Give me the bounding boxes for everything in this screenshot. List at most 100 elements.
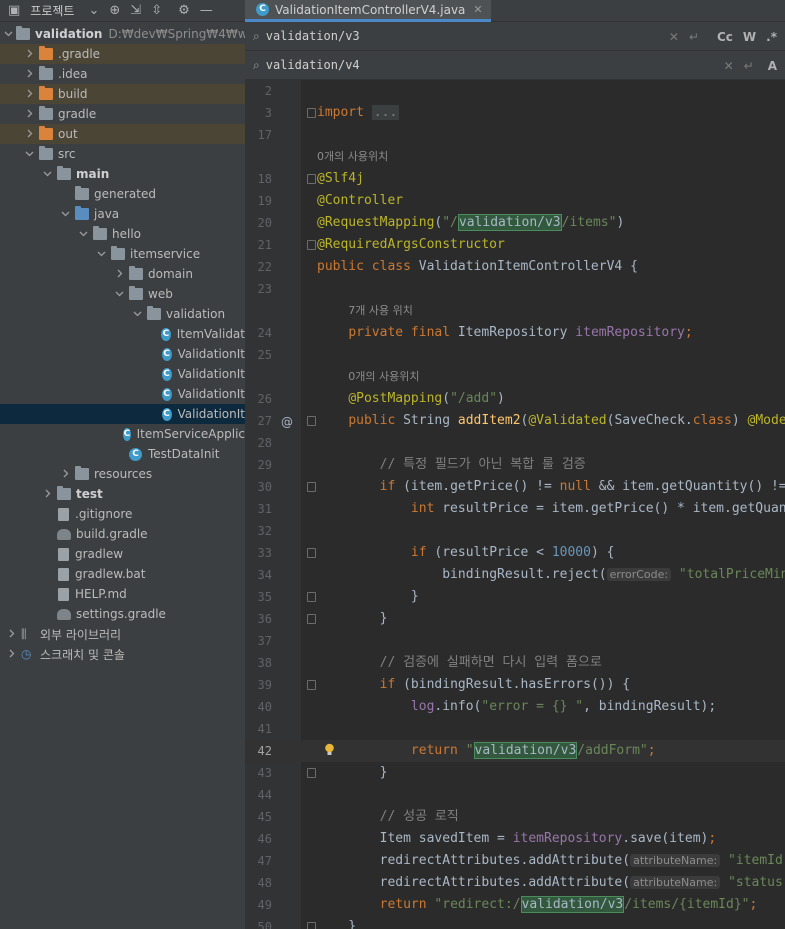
fold-icon[interactable] <box>307 240 316 250</box>
fold-icon[interactable] <box>307 174 316 184</box>
tree-item[interactable]: hello <box>0 224 245 244</box>
tree-item[interactable]: validation <box>0 304 245 324</box>
close-icon[interactable]: ✕ <box>473 3 482 16</box>
code-text[interactable]: log.info("error = {} ", bindingResult); <box>317 696 716 718</box>
tree-item[interactable]: main <box>0 164 245 184</box>
chevron-right-icon[interactable] <box>22 129 36 140</box>
tree-item[interactable]: out <box>0 124 245 144</box>
chevron-right-icon[interactable] <box>40 489 54 500</box>
chevron-right-icon[interactable] <box>22 49 36 60</box>
tree-item[interactable]: itemservice <box>0 244 245 264</box>
tree-item[interactable]: .idea <box>0 64 245 84</box>
chevron-right-icon[interactable] <box>4 649 18 660</box>
code-text[interactable]: public String addItem2(@Validated(SaveCh… <box>317 410 785 432</box>
tree-item[interactable]: settings.gradle <box>0 604 245 624</box>
expand-all-icon[interactable]: ⇲ <box>130 3 141 18</box>
match-case-button[interactable]: Cc <box>717 30 733 44</box>
tree-item[interactable]: generated <box>0 184 245 204</box>
project-panel-title[interactable]: 프로젝트 <box>30 2 74 19</box>
tree-item[interactable]: .gradle <box>0 44 245 64</box>
collapse-all-icon[interactable]: ⇳ <box>151 3 162 18</box>
fold-icon[interactable] <box>307 614 316 624</box>
code-text[interactable]: redirectAttributes.addAttribute(attribut… <box>317 872 785 894</box>
code-text[interactable]: // 검증에 실패하면 다시 입력 폼으로 <box>317 652 602 674</box>
whole-words-button[interactable]: W <box>743 30 756 44</box>
tree-item[interactable]: build <box>0 84 245 104</box>
code-text[interactable]: return "redirect:/validation/v3/items/{i… <box>317 894 757 916</box>
minimize-icon[interactable]: — <box>200 3 213 18</box>
chevron-down-icon[interactable] <box>22 149 36 160</box>
code-text[interactable]: @PostMapping("/add") <box>317 388 505 410</box>
clear-icon[interactable]: ✕ <box>669 30 679 44</box>
code-text[interactable]: if (item.getPrice() != null && item.getQ… <box>317 476 785 498</box>
preserve-case-button[interactable]: A <box>768 59 777 73</box>
code-text[interactable]: if (bindingResult.hasErrors()) { <box>317 674 630 696</box>
tree-item[interactable]: test <box>0 484 245 504</box>
chevron-down-icon[interactable] <box>112 289 126 300</box>
editor-tab[interactable]: C ValidationItemControllerV4.java ✕ <box>245 0 491 22</box>
tree-item[interactable]: build.gradle <box>0 524 245 544</box>
tree-item[interactable]: ⫼ 외부 라이브러리 <box>0 624 245 644</box>
chevron-down-icon[interactable] <box>4 29 13 40</box>
code-text[interactable]: redirectAttributes.addAttribute(attribut… <box>317 850 785 872</box>
chevron-down-icon[interactable] <box>40 169 54 180</box>
code-text[interactable]: } <box>317 916 356 929</box>
chevron-right-icon[interactable] <box>22 89 36 100</box>
implementation-marker-icon[interactable]: @ <box>281 415 293 429</box>
chevron-down-icon[interactable]: ⌄ <box>88 3 99 18</box>
chevron-down-icon[interactable] <box>76 229 90 240</box>
history-icon[interactable]: ↵ <box>689 30 699 44</box>
code-text[interactable]: Item savedItem = itemRepository.save(ite… <box>317 828 717 850</box>
tree-item[interactable]: gradlew <box>0 544 245 564</box>
code-text[interactable]: bindingResult.reject(errorCode: "totalPr… <box>317 564 785 586</box>
fold-icon[interactable] <box>307 416 316 426</box>
replace-input[interactable]: validation/v4 <box>266 58 360 72</box>
code-text[interactable]: private final ItemRepository itemReposit… <box>317 322 692 344</box>
code-text[interactable]: @RequiredArgsConstructor <box>317 234 505 256</box>
tree-item[interactable]: web <box>0 284 245 304</box>
code-text[interactable]: int resultPrice = item.getPrice() * item… <box>317 498 785 520</box>
code-text[interactable]: @Slf4j <box>317 168 364 190</box>
chevron-down-icon[interactable] <box>58 209 72 220</box>
tree-item[interactable]: C ValidationIt <box>0 344 245 364</box>
usage-hint-text[interactable]: 7개 사용 위치 <box>348 300 413 322</box>
code-view[interactable]: 2 3 import ... 17 0개의 사용위치 18 @Slf4j 19 @Control… <box>245 80 785 929</box>
search-icon[interactable]: ⌕ <box>253 29 260 44</box>
code-text[interactable]: } <box>317 762 388 784</box>
tree-item[interactable]: .gitignore <box>0 504 245 524</box>
tree-item[interactable]: gradlew.bat <box>0 564 245 584</box>
chevron-right-icon[interactable] <box>4 629 18 640</box>
chevron-right-icon[interactable] <box>112 269 126 280</box>
tree-item[interactable]: HELP.md <box>0 584 245 604</box>
fold-icon[interactable] <box>307 108 316 118</box>
fold-icon[interactable] <box>307 680 316 690</box>
tree-item[interactable]: C ItemValidat <box>0 324 245 344</box>
chevron-right-icon[interactable] <box>22 69 36 80</box>
code-text[interactable]: public class ValidationItemControllerV4 … <box>317 256 638 278</box>
code-text[interactable]: @Controller <box>317 190 403 212</box>
tree-item[interactable]: src <box>0 144 245 164</box>
locate-icon[interactable]: ⊕ <box>109 3 120 18</box>
usage-hint-text[interactable]: 0개의 사용위치 <box>348 366 419 388</box>
code-text[interactable]: import ... <box>317 102 400 124</box>
search-icon[interactable]: ⌕ <box>253 58 260 73</box>
tree-item[interactable]: C ValidationIt <box>0 384 245 404</box>
chevron-right-icon[interactable] <box>58 469 72 480</box>
code-text[interactable]: // 성공 로직 <box>317 806 459 828</box>
tree-item[interactable]: C ValidationIt <box>0 364 245 384</box>
code-text[interactable]: // 특정 필드가 아닌 복합 룰 검증 <box>317 454 586 476</box>
tree-item[interactable]: resources <box>0 464 245 484</box>
code-text[interactable]: } <box>317 586 419 608</box>
chevron-down-icon[interactable] <box>130 309 144 320</box>
usage-hint-text[interactable]: 0개의 사용위치 <box>317 146 388 168</box>
tree-item[interactable]: C TestDataInit <box>0 444 245 464</box>
tree-item[interactable]: gradle <box>0 104 245 124</box>
history-icon[interactable]: ↵ <box>744 59 754 73</box>
fold-icon[interactable] <box>307 548 316 558</box>
gear-icon[interactable]: ⚙ <box>178 3 190 18</box>
fold-icon[interactable] <box>307 482 316 492</box>
tree-item[interactable]: java <box>0 204 245 224</box>
tree-item[interactable]: ◷ 스크래치 및 콘솔 <box>0 644 245 664</box>
chevron-down-icon[interactable] <box>94 249 108 260</box>
project-view-icon[interactable]: ▣ <box>8 3 20 18</box>
